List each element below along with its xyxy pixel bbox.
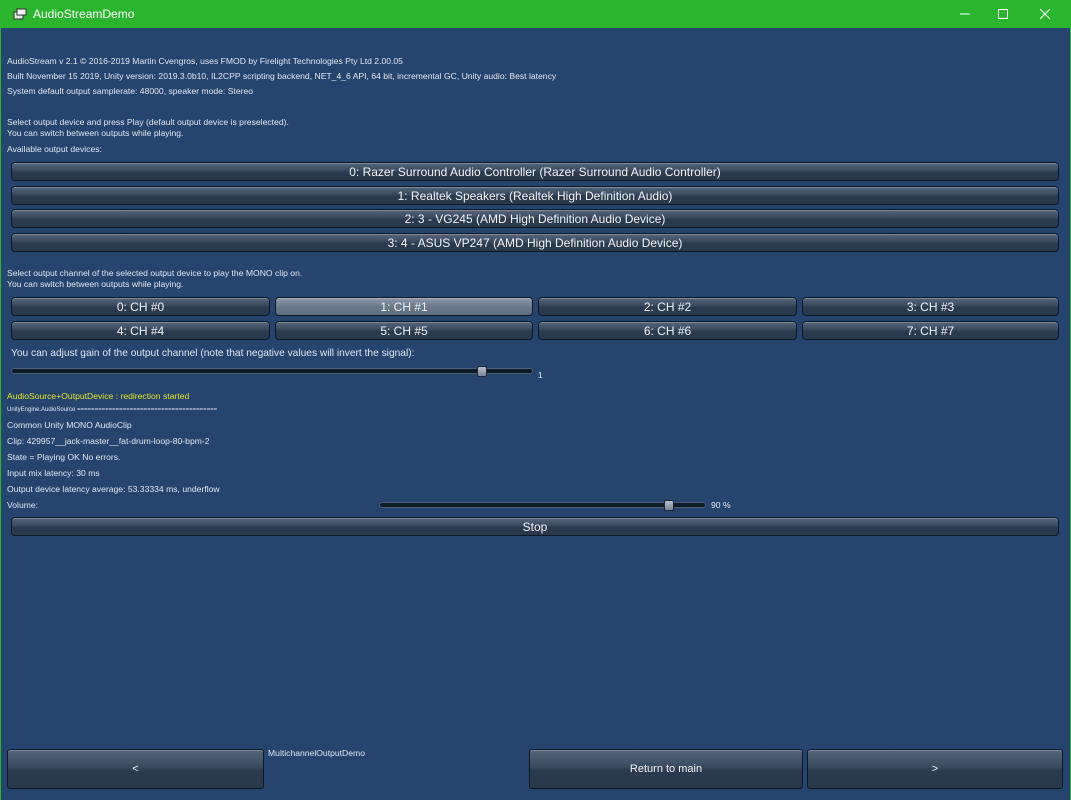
maximize-button[interactable] <box>982 0 1024 28</box>
gain-label: You can adjust gain of the output channe… <box>11 348 415 359</box>
channel-button-0[interactable]: 0: CH #0 <box>11 297 270 316</box>
previous-demo-button[interactable]: < <box>7 749 264 789</box>
gain-slider[interactable] <box>11 368 533 374</box>
volume-slider[interactable] <box>379 502 706 508</box>
volume-value: 90 % <box>711 500 731 510</box>
return-to-main-button[interactable]: Return to main <box>529 749 803 789</box>
channel-instructions-2: You can switch between outputs while pla… <box>7 279 184 289</box>
clip-type: Common Unity MONO AudioClip <box>7 420 132 430</box>
next-demo-button[interactable]: > <box>807 749 1063 789</box>
device-instructions-1: Select output device and press Play (def… <box>7 117 289 127</box>
version-info: AudioStream v 2.1 © 2016-2019 Martin Cve… <box>7 56 403 66</box>
device-button-2[interactable]: 2: 3 - VG245 (AMD High Definition Audio … <box>11 209 1059 228</box>
build-info: Built November 15 2019, Unity version: 2… <box>7 71 557 81</box>
clip-name: Clip: 429957__jack-master__fat-drum-loop… <box>7 436 210 446</box>
close-icon <box>1040 9 1050 19</box>
channel-button-5[interactable]: 5: CH #5 <box>275 321 533 340</box>
title-bar: AudioStreamDemo <box>0 0 1071 28</box>
demo-name: MultichannelOutputDemo <box>268 748 365 758</box>
stop-button[interactable]: Stop <box>11 517 1059 536</box>
close-button[interactable] <box>1024 0 1066 28</box>
device-instructions-2: You can switch between outputs while pla… <box>7 128 184 138</box>
minimize-icon <box>960 13 970 15</box>
volume-label: Volume: <box>7 500 39 510</box>
app-icon <box>13 8 27 20</box>
gain-value: 1 <box>538 370 543 380</box>
device-button-1[interactable]: 1: Realtek Speakers (Realtek High Defini… <box>11 186 1059 205</box>
redirection-status: AudioSource+OutputDevice : redirection s… <box>7 391 190 401</box>
samplerate-info: System default output samplerate: 48000,… <box>7 86 254 96</box>
volume-slider-thumb[interactable] <box>664 500 675 511</box>
window-border-left <box>0 28 1 800</box>
channel-button-7[interactable]: 7: CH #7 <box>802 321 1059 340</box>
output-latency: Output device latency average: 53.33334 … <box>7 484 220 494</box>
minimize-button[interactable] <box>944 0 986 28</box>
input-latency: Input mix latency: 30 ms <box>7 468 100 478</box>
channel-button-3[interactable]: 3: CH #3 <box>802 297 1059 316</box>
maximize-icon <box>998 9 1008 19</box>
channel-button-6[interactable]: 6: CH #6 <box>538 321 797 340</box>
channel-instructions-1: Select output channel of the selected ou… <box>7 268 303 278</box>
channel-button-2[interactable]: 2: CH #2 <box>538 297 797 316</box>
device-button-0[interactable]: 0: Razer Surround Audio Controller (Raze… <box>11 162 1059 181</box>
devices-header: Available output devices: <box>7 144 102 154</box>
playback-state: State = Playing OK No errors. <box>7 452 121 462</box>
gain-slider-thumb[interactable] <box>476 366 487 377</box>
audio-source-line: UnityEngine.AudioSource ================… <box>7 407 218 413</box>
window-title: AudioStreamDemo <box>33 7 135 21</box>
channel-button-4[interactable]: 4: CH #4 <box>11 321 270 340</box>
channel-button-1[interactable]: 1: CH #1 <box>275 297 533 316</box>
device-button-3[interactable]: 3: 4 - ASUS VP247 (AMD High Definition A… <box>11 233 1059 252</box>
